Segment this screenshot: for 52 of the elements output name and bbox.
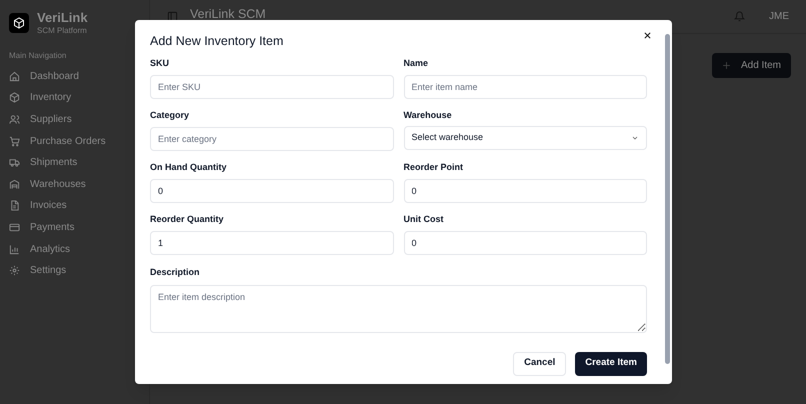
field-label: Reorder Point: [404, 161, 464, 173]
cancel-button[interactable]: Cancel: [513, 352, 566, 376]
users-icon: [9, 114, 20, 125]
nav-item[interactable]: Dashboard: [5, 67, 144, 86]
nav-item[interactable]: Shipments: [5, 154, 144, 172]
field-label: SKU: [150, 57, 170, 69]
field-label: Warehouse: [404, 109, 453, 121]
nav-item[interactable]: Warehouses: [5, 175, 144, 194]
dialog-title: Add New Inventory Item: [150, 34, 284, 48]
field-label: Name: [404, 57, 430, 69]
nav-item[interactable]: Suppliers: [5, 110, 144, 128]
field-label: Description: [150, 266, 201, 279]
input-field[interactable]: 1: [150, 231, 394, 255]
input-field[interactable]: 0: [150, 179, 394, 203]
input-field[interactable]: Enter SKU: [150, 75, 394, 99]
warehouse-icon: [9, 178, 20, 190]
cart-icon: [9, 136, 20, 147]
chevron-down-icon: [631, 134, 639, 142]
nav-item[interactable]: Invoices: [5, 196, 144, 215]
bar-chart-icon: [9, 244, 20, 254]
plus-icon: [722, 61, 731, 70]
field-label: Category: [150, 109, 190, 121]
nav-item[interactable]: Settings: [5, 262, 144, 280]
input-field[interactable]: 0: [404, 179, 647, 203]
add-item-button[interactable]: Add Item: [712, 53, 791, 78]
input-field[interactable]: 0: [404, 231, 647, 255]
truck-icon: [9, 157, 20, 168]
nav-item[interactable]: Purchase Orders: [5, 132, 144, 150]
logo-icon: [9, 13, 29, 34]
user-initials[interactable]: JME: [769, 9, 789, 24]
brand-name: VeriLink: [37, 10, 88, 26]
section-label: Main Navigation: [8, 50, 68, 62]
description-field[interactable]: Enter item description: [150, 284, 647, 332]
field-label: Unit Cost: [404, 213, 444, 225]
close-icon[interactable]: [643, 31, 652, 40]
app-title: VeriLink SCM: [190, 8, 266, 21]
select-field[interactable]: Select warehouse: [404, 126, 647, 150]
document-icon: [9, 200, 20, 212]
home-icon: [9, 70, 20, 82]
nav-item[interactable]: Analytics: [5, 240, 144, 258]
settings-icon: [9, 265, 20, 276]
input-field[interactable]: Enter category: [150, 127, 394, 151]
field-label: Reorder Quantity: [150, 213, 225, 225]
input-field[interactable]: Enter item name: [404, 75, 647, 99]
nav-item[interactable]: Payments: [5, 218, 144, 236]
field-label: On Hand Quantity: [150, 161, 228, 173]
card-icon: [9, 222, 20, 233]
sidebar-toggle-icon[interactable]: [167, 11, 178, 22]
brand-subtitle: SCM Platform: [37, 26, 88, 36]
create-item-button[interactable]: Create Item: [575, 352, 647, 376]
nav-item[interactable]: Inventory: [5, 88, 144, 107]
box-icon: [9, 92, 20, 104]
